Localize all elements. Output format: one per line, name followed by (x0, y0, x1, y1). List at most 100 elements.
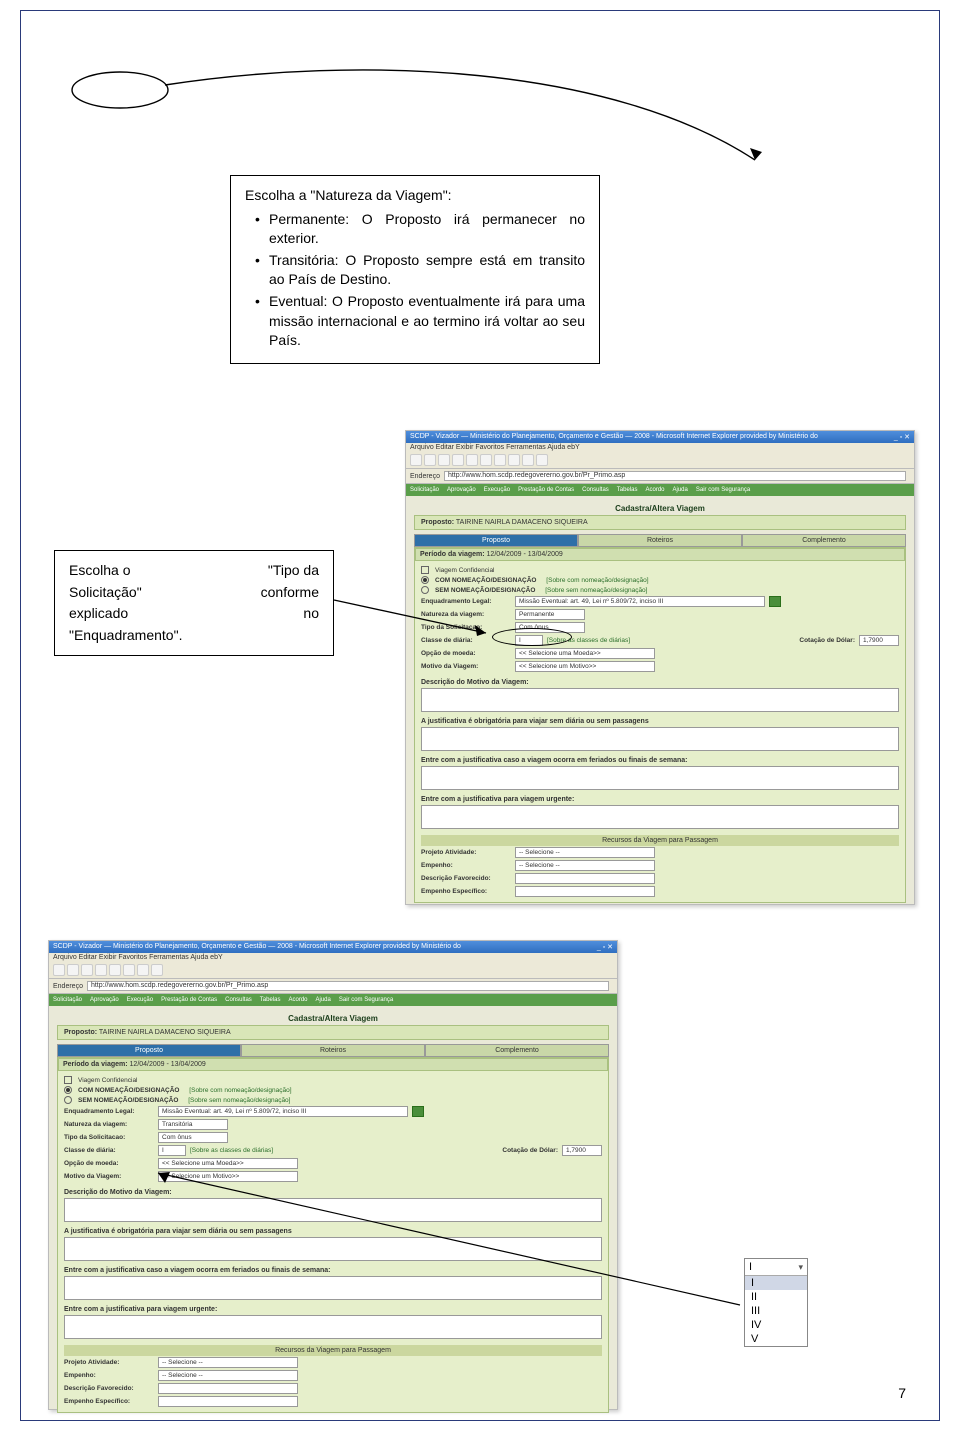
back-icon[interactable] (410, 454, 422, 466)
motivo-select[interactable]: << Selecione um Motivo>> (515, 661, 655, 672)
forward-icon-2[interactable] (67, 964, 79, 976)
listbox-option-3[interactable]: III (745, 1304, 807, 1318)
stop-icon-2[interactable] (81, 964, 93, 976)
empenho-select-2[interactable]: -- Selecione -- (158, 1370, 298, 1381)
listbox-option-5[interactable]: V (745, 1332, 807, 1346)
nav-tabelas[interactable]: Tabelas (617, 487, 638, 493)
proposto-value-2: TAIRINE NAIRLA DAMACENO SIQUEIRA (99, 1029, 231, 1036)
com-nom-hint[interactable]: [Sobre com nomeação/designação] (546, 577, 648, 584)
projeto-select-2[interactable]: -- Selecione -- (158, 1357, 298, 1368)
nav-prestacao[interactable]: Prestação de Contas (518, 487, 574, 493)
chevron-down-icon: ▾ (798, 1262, 803, 1273)
enq-go-button[interactable] (769, 596, 781, 607)
nav-execucao[interactable]: Execução (484, 487, 510, 493)
nav-acordo[interactable]: Acordo (645, 487, 664, 493)
tipo-select-2[interactable]: Com ônus (158, 1132, 228, 1143)
empesp-input[interactable] (515, 886, 655, 897)
refresh-icon[interactable] (452, 454, 464, 466)
nav-ajuda[interactable]: Ajuda (673, 487, 688, 493)
c2-l3a: explicado (69, 604, 128, 624)
classe-select-2[interactable]: I (158, 1145, 186, 1156)
enq-select[interactable]: Missão Eventual: art. 49, Lei nº 5.809/7… (515, 596, 765, 607)
c2-l2b: conforme (261, 583, 319, 603)
history-icon-2[interactable] (151, 964, 163, 976)
descfav-input[interactable] (515, 873, 655, 884)
search-icon[interactable] (480, 454, 492, 466)
tipo-label-2: Tipo da Solicitacao: (64, 1134, 154, 1141)
listbox-option-2[interactable]: II (745, 1290, 807, 1304)
print-icon[interactable] (536, 454, 548, 466)
enq-go-button-2[interactable] (412, 1106, 424, 1117)
nav-consultas[interactable]: Consultas (582, 487, 609, 493)
tab-proposto-2[interactable]: Proposto (57, 1044, 241, 1057)
window-controls-2[interactable]: _ ▫ ✕ (597, 943, 613, 951)
confidencial-checkbox-2[interactable] (64, 1076, 72, 1084)
just2-textarea[interactable] (421, 766, 899, 790)
tab-roteiros[interactable]: Roteiros (578, 534, 742, 547)
nav-solicitacao-2[interactable]: Solicitação (53, 997, 82, 1003)
nav-prestacao-2[interactable]: Prestação de Contas (161, 997, 217, 1003)
stop-icon[interactable] (438, 454, 450, 466)
nav-sair-2[interactable]: Sair com Segurança (339, 997, 393, 1003)
empenho-label: Empenho: (421, 862, 511, 869)
radio-sem-nomeacao-2[interactable] (64, 1096, 72, 1104)
nav-sair[interactable]: Sair com Segurança (696, 487, 750, 493)
sem-nom-hint-2[interactable]: [Sobre sem nomeação/designação] (188, 1097, 290, 1104)
callout1-item-eventual: Eventual: O Proposto eventualmente irá p… (255, 292, 585, 351)
just1-textarea[interactable] (421, 727, 899, 751)
menu-bar[interactable]: Arquivo Editar Exibir Favoritos Ferramen… (406, 443, 914, 452)
classe-diaria-listbox[interactable]: I ▾ I II III IV V (744, 1258, 808, 1347)
periodo-value: 12/04/2009 - 13/04/2009 (487, 551, 563, 558)
mail-icon[interactable] (522, 454, 534, 466)
listbox-selected[interactable]: I ▾ (745, 1259, 807, 1276)
descfav-input-2[interactable] (158, 1383, 298, 1394)
nav-ajuda-2[interactable]: Ajuda (316, 997, 331, 1003)
menu-bar-2[interactable]: Arquivo Editar Exibir Favoritos Ferramen… (49, 953, 617, 962)
window-titlebar: SCDP - Vizador — Ministério do Planejame… (406, 431, 914, 443)
listbox-option-4[interactable]: IV (745, 1318, 807, 1332)
favorites-icon-2[interactable] (137, 964, 149, 976)
tab-roteiros-2[interactable]: Roteiros (241, 1044, 425, 1057)
sem-nom-hint[interactable]: [Sobre sem nomeação/designação] (545, 587, 647, 594)
tab-complemento[interactable]: Complemento (742, 534, 906, 547)
just2-label: Entre com a justificativa caso a viagem … (421, 757, 899, 764)
moeda-select[interactable]: << Selecione uma Moeda>> (515, 648, 655, 659)
forward-icon[interactable] (424, 454, 436, 466)
listbox-option-1[interactable]: I (745, 1276, 807, 1290)
nav-solicitacao[interactable]: Solicitação (410, 487, 439, 493)
recursos-header: Recursos da Viagem para Passagem (421, 835, 899, 846)
nav-consultas-2[interactable]: Consultas (225, 997, 252, 1003)
history-icon[interactable] (508, 454, 520, 466)
nav-execucao-2[interactable]: Execução (127, 997, 153, 1003)
favorites-icon[interactable] (494, 454, 506, 466)
empenho-select[interactable]: -- Selecione -- (515, 860, 655, 871)
search-icon-2[interactable] (123, 964, 135, 976)
nav-tabelas-2[interactable]: Tabelas (260, 997, 281, 1003)
back-icon-2[interactable] (53, 964, 65, 976)
natureza-select-2[interactable]: Transitória (158, 1119, 228, 1130)
window-controls[interactable]: _ ▫ ✕ (894, 433, 910, 441)
home-icon[interactable] (466, 454, 478, 466)
desc-motivo-textarea[interactable] (421, 688, 899, 712)
tab-proposto[interactable]: Proposto (414, 534, 578, 547)
nav-aprovacao[interactable]: Aprovação (447, 487, 476, 493)
address-input[interactable]: http://www.hom.scdp.redegovererno.gov.br… (444, 471, 906, 481)
toolbar-2 (49, 962, 617, 979)
nav-aprovacao-2[interactable]: Aprovação (90, 997, 119, 1003)
classe-hint-2[interactable]: [Sobre as classes de diárias] (190, 1147, 273, 1154)
tab-complemento-2[interactable]: Complemento (425, 1044, 609, 1057)
refresh-icon-2[interactable] (95, 964, 107, 976)
moeda-label: Opção de moeda: (421, 650, 511, 657)
projeto-select[interactable]: -- Selecione -- (515, 847, 655, 858)
radio-com-nomeacao-2[interactable] (64, 1086, 72, 1094)
cotacao-value: 1,7900 (859, 635, 899, 646)
empesp-input-2[interactable] (158, 1396, 298, 1407)
home-icon-2[interactable] (109, 964, 121, 976)
nav-acordo-2[interactable]: Acordo (288, 997, 307, 1003)
just3-textarea[interactable] (421, 805, 899, 829)
proposto-row: Proposto: TAIRINE NAIRLA DAMACENO SIQUEI… (414, 515, 906, 530)
address-input-2[interactable]: http://www.hom.scdp.redegovererno.gov.br… (87, 981, 609, 991)
enq-select-2[interactable]: Missão Eventual: art. 49, Lei nº 5.809/7… (158, 1106, 408, 1117)
com-nom-hint-2[interactable]: [Sobre com nomeação/designação] (189, 1087, 291, 1094)
proposto-value: TAIRINE NAIRLA DAMACENO SIQUEIRA (456, 519, 588, 526)
